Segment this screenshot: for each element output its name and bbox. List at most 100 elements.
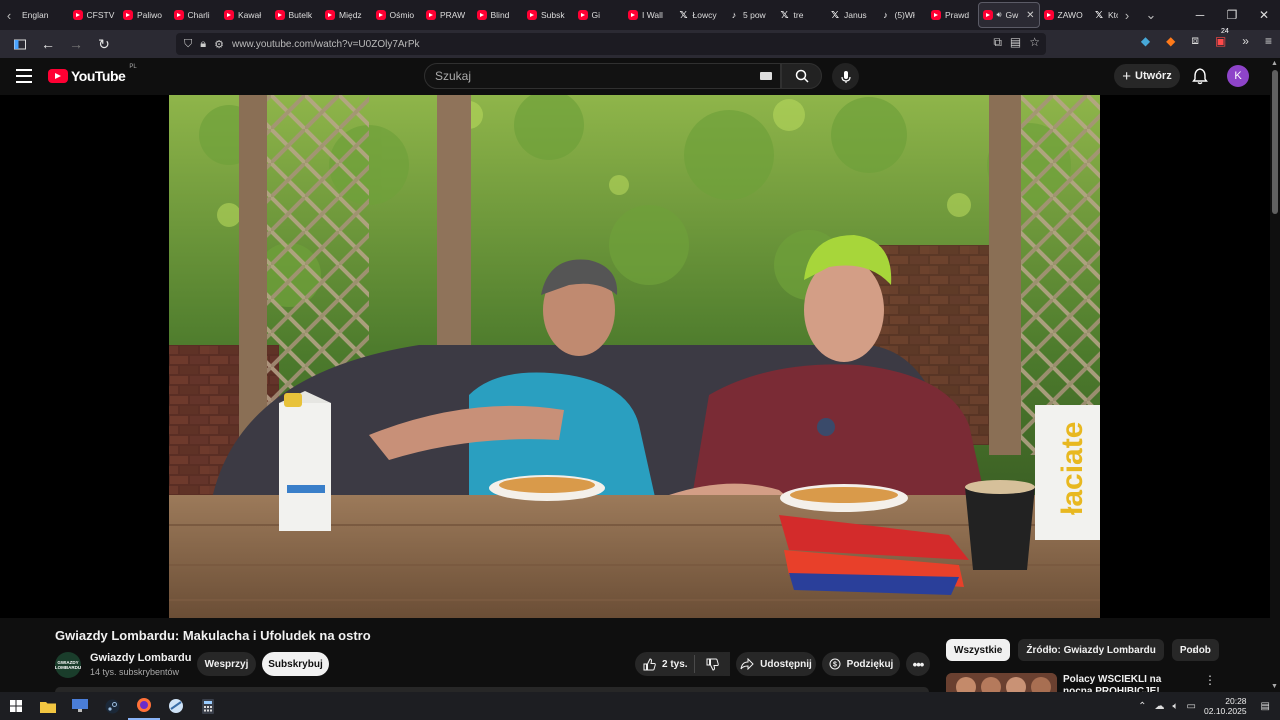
keyboard-icon[interactable] bbox=[760, 72, 772, 80]
reader-view-icon[interactable]: ▤ bbox=[1010, 35, 1021, 50]
back-icon[interactable]: ← bbox=[36, 32, 60, 56]
recommendation-title[interactable]: Polacy WŚCIEKLI na nocną PROHIBICJĘ! POL… bbox=[1063, 674, 1193, 692]
channel-name[interactable]: Gwiazdy Lombardu bbox=[90, 652, 191, 664]
tab-scroll-right-icon[interactable]: › bbox=[1118, 0, 1136, 30]
browser-tab[interactable]: Prawd bbox=[927, 2, 978, 28]
recommendation-more-icon[interactable]: ⋮ bbox=[1204, 673, 1216, 687]
scrollbar-thumb[interactable] bbox=[1272, 70, 1278, 214]
app-icon[interactable] bbox=[160, 692, 192, 720]
browser-tab[interactable]: 𝕏 Kto bbox=[1090, 2, 1118, 28]
tab-label: Janus bbox=[844, 10, 867, 20]
lock-icon[interactable]: 🔒︎ bbox=[200, 38, 206, 51]
browser-tab[interactable]: Subsk bbox=[523, 2, 574, 28]
scroll-up-icon[interactable]: ▲ bbox=[1271, 60, 1278, 67]
dislike-button[interactable] bbox=[695, 652, 730, 676]
browser-tab[interactable]: Blind bbox=[473, 2, 524, 28]
file-explorer-icon[interactable] bbox=[32, 692, 64, 720]
chips-next-icon[interactable]: › bbox=[1192, 643, 1196, 657]
tab-label: Międz bbox=[339, 10, 362, 20]
browser-tab[interactable]: 𝕏 Łowcy bbox=[675, 2, 726, 28]
overflow-chevron-icon[interactable]: » bbox=[1242, 34, 1249, 48]
notifications-icon[interactable]: ▤ bbox=[1261, 701, 1270, 712]
video-player[interactable]: łaciate bbox=[0, 95, 1270, 618]
extensions-icon[interactable]: ⧈ bbox=[1191, 33, 1199, 48]
browser-tab[interactable]: Gi bbox=[574, 2, 625, 28]
search-input[interactable]: Szukaj bbox=[424, 63, 781, 89]
tab-list-chevron-icon[interactable]: ⌄ bbox=[1136, 0, 1166, 30]
join-button[interactable]: Wesprzyj bbox=[197, 652, 256, 676]
recommendation-thumbnail[interactable] bbox=[946, 673, 1057, 692]
video-frame[interactable]: łaciate bbox=[169, 95, 1100, 618]
calculator-icon[interactable] bbox=[192, 692, 224, 720]
sidebar-toggle-icon[interactable] bbox=[8, 32, 32, 56]
reload-icon[interactable]: ↻ bbox=[92, 32, 116, 56]
vpn-shield-icon[interactable]: ◆ bbox=[1141, 34, 1150, 48]
guide-menu-icon[interactable] bbox=[16, 69, 32, 83]
page-scrollbar[interactable]: ▲ ▼ bbox=[1270, 58, 1280, 692]
search-button[interactable] bbox=[781, 63, 822, 89]
tab-scroll-left-icon[interactable]: ‹ bbox=[0, 0, 18, 30]
clock[interactable]: 20:28 02.10.2025 bbox=[1204, 696, 1247, 716]
volume-icon[interactable]: 🔈︎ bbox=[1173, 701, 1179, 712]
system-tray: ⌃ ☁ 🔈︎ ▭ 20:28 02.10.2025 ▤ bbox=[1138, 692, 1280, 720]
browser-tab[interactable]: I Wall bbox=[624, 2, 675, 28]
filter-chip[interactable]: Źródło: Gwiazdy Lombardu bbox=[1018, 639, 1164, 661]
firefox-icon[interactable] bbox=[128, 692, 160, 720]
browser-tab[interactable]: ZAWO bbox=[1040, 2, 1091, 28]
url-text[interactable]: www.youtube.com/watch?v=U0ZOly7ArPk bbox=[232, 39, 420, 50]
browser-tab[interactable]: PRAW bbox=[422, 2, 473, 28]
tiktok-icon: ♪ bbox=[883, 10, 888, 20]
browser-tab[interactable]: 𝕏tre bbox=[776, 2, 827, 28]
share-button[interactable]: Udostępnij bbox=[736, 652, 816, 676]
minimize-icon[interactable]: ─ bbox=[1184, 0, 1216, 30]
voice-search-button[interactable] bbox=[832, 63, 859, 90]
tray-chevron-icon[interactable]: ⌃ bbox=[1138, 701, 1146, 712]
tab-close-icon[interactable]: ✕ bbox=[1026, 10, 1034, 21]
app-menu-icon[interactable]: ≡ bbox=[1265, 34, 1272, 48]
fox-extension-icon[interactable]: ◆ bbox=[1166, 34, 1175, 48]
computer-icon[interactable] bbox=[64, 692, 96, 720]
permissions-icon[interactable]: ⚙ bbox=[214, 38, 224, 51]
browser-tab[interactable]: Englan bbox=[18, 2, 69, 28]
browser-tab[interactable]: Ośmio bbox=[372, 2, 423, 28]
browser-tab[interactable]: Kawał bbox=[220, 2, 271, 28]
browser-tab[interactable]: 𝕏 Janus bbox=[826, 2, 877, 28]
channel-avatar[interactable]: GWIAZDY LOMBARDU bbox=[55, 652, 81, 678]
speaker-icon[interactable]: 🔊︎ bbox=[997, 10, 1002, 20]
browser-tab[interactable]: ♪ (5)Wł bbox=[877, 2, 928, 28]
browser-tab[interactable]: 🔊︎ Gw ✕ bbox=[977, 2, 1040, 28]
browser-tab[interactable]: Paliwo bbox=[119, 2, 170, 28]
extension-badge-icon[interactable]: ▣ 24 bbox=[1215, 27, 1229, 48]
thanks-button[interactable]: $ Podziękuj bbox=[822, 652, 900, 676]
forward-icon[interactable]: → bbox=[64, 32, 88, 56]
scroll-down-icon[interactable]: ▼ bbox=[1271, 683, 1278, 690]
shield-icon[interactable]: ⛉ bbox=[184, 38, 192, 51]
video-title: Gwiazdy Lombardu: Makulacha i Ufoludek n… bbox=[55, 628, 371, 643]
browser-tab[interactable]: Międz bbox=[321, 2, 372, 28]
browser-tab[interactable]: CFSTV bbox=[69, 2, 120, 28]
subscribe-button[interactable]: Subskrybuj bbox=[262, 652, 329, 676]
browser-tab[interactable]: Butelk bbox=[271, 2, 322, 28]
steam-icon[interactable] bbox=[96, 692, 128, 720]
restore-icon[interactable]: ❐ bbox=[1216, 0, 1248, 30]
address-bar[interactable]: ⛉ 🔒︎ ⚙ www.youtube.com/watch?v=U0ZOly7Ar… bbox=[176, 33, 1046, 55]
notifications-bell-icon[interactable] bbox=[1191, 67, 1209, 85]
create-label: Utwórz bbox=[1135, 70, 1172, 82]
filter-chip[interactable]: Wszystkie bbox=[946, 639, 1011, 661]
youtube-logo[interactable]: YouTube PL bbox=[48, 64, 137, 84]
bookmark-star-icon[interactable]: ☆ bbox=[1029, 35, 1040, 50]
windows-start-icon[interactable] bbox=[0, 692, 32, 720]
close-window-icon[interactable]: ✕ bbox=[1248, 0, 1280, 30]
youtube-icon bbox=[375, 10, 386, 20]
picture-in-picture-icon[interactable]: ⧉ bbox=[993, 35, 1002, 50]
thumbs-up-icon bbox=[643, 657, 656, 670]
browser-tab[interactable]: ♪ 5 pow bbox=[725, 2, 776, 28]
network-icon[interactable]: ▭ bbox=[1187, 701, 1196, 712]
clock-time: 20:28 bbox=[1225, 696, 1247, 706]
onedrive-cloud-icon[interactable]: ☁ bbox=[1155, 701, 1165, 712]
svg-text:$: $ bbox=[833, 662, 837, 669]
account-avatar[interactable]: K bbox=[1227, 65, 1249, 87]
browser-tab[interactable]: Charli bbox=[170, 2, 221, 28]
more-actions-button[interactable]: ••• bbox=[906, 652, 930, 676]
create-button[interactable]: + Utwórz bbox=[1114, 64, 1180, 88]
